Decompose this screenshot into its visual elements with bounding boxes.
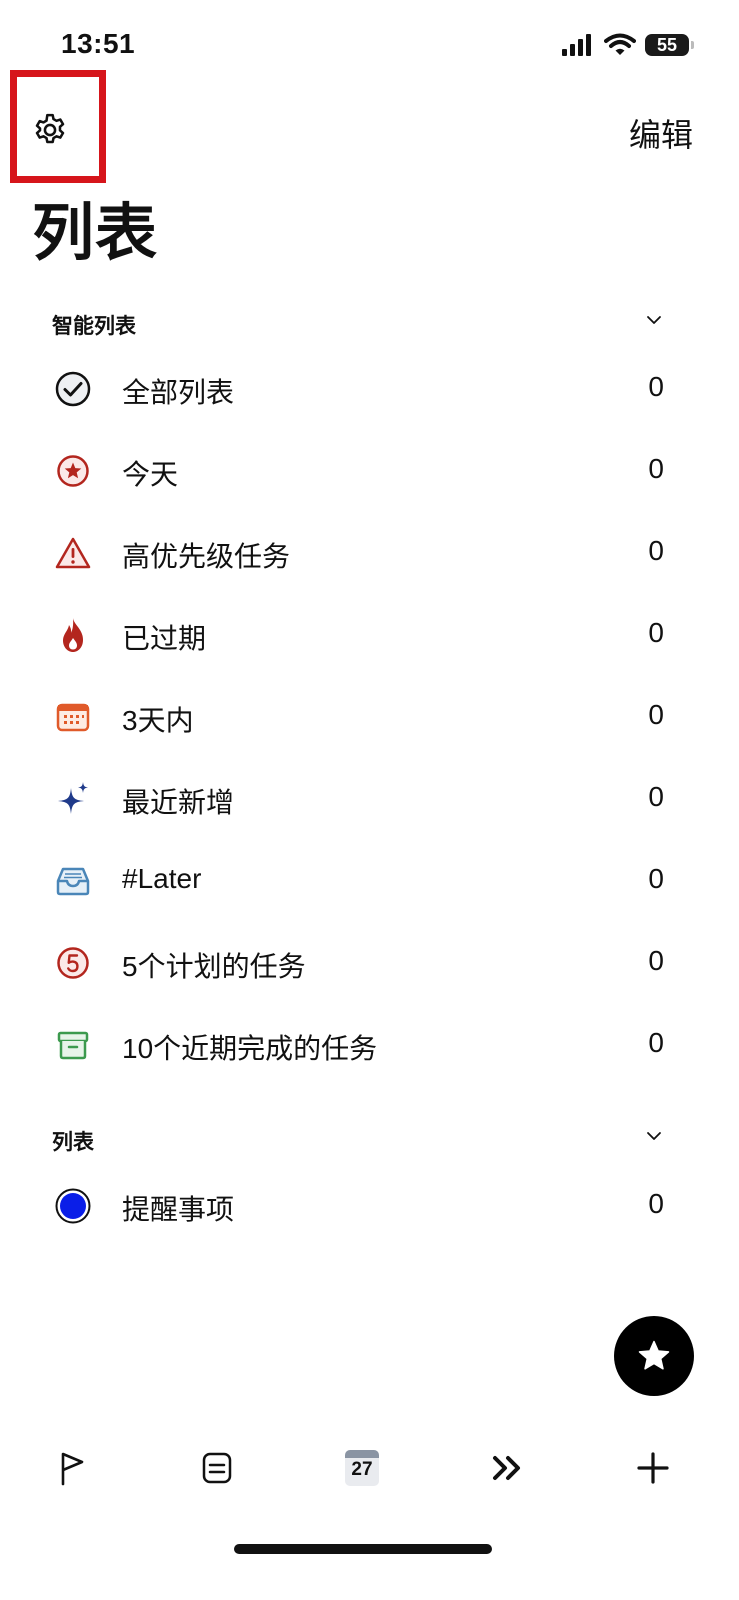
list-item-count: 0 bbox=[648, 781, 664, 812]
double-chevron-right-icon bbox=[493, 1456, 520, 1480]
list-item-count: 0 bbox=[648, 535, 664, 566]
cellular-signal-icon bbox=[562, 34, 591, 56]
blue-dot-icon bbox=[52, 1185, 94, 1227]
tab-upcoming[interactable] bbox=[480, 1440, 536, 1496]
favorites-fab[interactable] bbox=[614, 1316, 694, 1396]
add-button[interactable] bbox=[625, 1440, 681, 1496]
smart-lists-header[interactable]: 智能列表 bbox=[52, 302, 672, 342]
list-icon bbox=[202, 1452, 232, 1484]
calendar-icon: 27 bbox=[345, 1450, 379, 1486]
list-item-high-priority[interactable]: 高优先级任务 0 bbox=[52, 512, 672, 594]
calendar-grid-icon bbox=[52, 696, 94, 738]
status-time: 13:51 bbox=[61, 28, 136, 59]
list-item-count: 0 bbox=[648, 371, 664, 402]
chevron-down-icon[interactable] bbox=[644, 310, 664, 330]
list-item-label: 提醒事项 bbox=[122, 1194, 235, 1225]
home-indicator bbox=[234, 1544, 492, 1554]
list-item-scheduled[interactable]: 5个计划的任务 0 bbox=[52, 922, 672, 1004]
bottom-tab-bar: 27 bbox=[0, 1428, 739, 1508]
list-item-later[interactable]: #Later 0 bbox=[52, 840, 672, 922]
tab-flag[interactable] bbox=[44, 1440, 100, 1496]
edit-button[interactable]: 编辑 bbox=[629, 110, 693, 156]
list-item-count: 0 bbox=[648, 863, 664, 894]
list-item-today[interactable]: 今天 0 bbox=[52, 430, 672, 512]
list-item-label: 全部列表 bbox=[122, 377, 235, 408]
star-icon bbox=[638, 1340, 670, 1370]
list-item-count: 0 bbox=[648, 699, 664, 730]
list-item-label: 已过期 bbox=[122, 623, 207, 654]
flame-icon bbox=[52, 614, 94, 656]
list-item-all[interactable]: 全部列表 0 bbox=[52, 348, 672, 430]
chevron-down-icon[interactable] bbox=[644, 1126, 664, 1146]
highlight-annotation bbox=[10, 70, 106, 183]
archive-box-icon bbox=[52, 1024, 94, 1066]
list-item-label: 10个近期完成的任务 bbox=[122, 1033, 378, 1064]
smart-lists-title: 智能列表 bbox=[52, 315, 136, 338]
list-item-count: 0 bbox=[648, 1027, 664, 1058]
lists-title: 列表 bbox=[52, 1131, 94, 1154]
tab-calendar[interactable]: 27 bbox=[334, 1440, 390, 1496]
list-item-reminders[interactable]: 提醒事项 0 bbox=[52, 1165, 672, 1247]
list-item-count: 0 bbox=[648, 1188, 664, 1219]
list-item-count: 0 bbox=[648, 617, 664, 648]
tab-lists[interactable] bbox=[189, 1440, 245, 1496]
list-item-count: 0 bbox=[648, 453, 664, 484]
list-item-recently-completed[interactable]: 10个近期完成的任务 0 bbox=[52, 1004, 672, 1086]
calendar-day: 27 bbox=[351, 1459, 373, 1480]
check-circle-icon bbox=[52, 368, 94, 410]
inbox-tray-icon bbox=[52, 860, 94, 902]
wifi-icon bbox=[604, 33, 636, 55]
list-item-label: 5个计划的任务 bbox=[122, 951, 306, 982]
star-circle-icon bbox=[52, 450, 94, 492]
lists-header[interactable]: 列表 bbox=[52, 1118, 672, 1158]
list-item-recently-added[interactable]: 最近新增 0 bbox=[52, 758, 672, 840]
sparkles-icon bbox=[52, 778, 94, 820]
number-five-circle-icon bbox=[52, 942, 94, 984]
list-item-next-3-days[interactable]: 3天内 0 bbox=[52, 676, 672, 758]
plus-icon bbox=[637, 1452, 669, 1484]
list-item-label: 最近新增 bbox=[122, 787, 235, 818]
battery-cap bbox=[691, 41, 694, 49]
list-item-count: 0 bbox=[648, 945, 664, 976]
status-bar: 13:51 55 bbox=[0, 0, 739, 80]
flag-icon bbox=[61, 1452, 84, 1486]
list-item-label: 高优先级任务 bbox=[122, 541, 291, 572]
battery-indicator: 55 bbox=[645, 34, 689, 56]
list-item-overdue[interactable]: 已过期 0 bbox=[52, 594, 672, 676]
list-item-label: 3天内 bbox=[122, 705, 194, 736]
list-item-label: #Later bbox=[122, 863, 202, 894]
page-title: 列表 bbox=[32, 199, 159, 268]
list-item-label: 今天 bbox=[122, 459, 179, 490]
warning-triangle-icon bbox=[52, 532, 94, 574]
